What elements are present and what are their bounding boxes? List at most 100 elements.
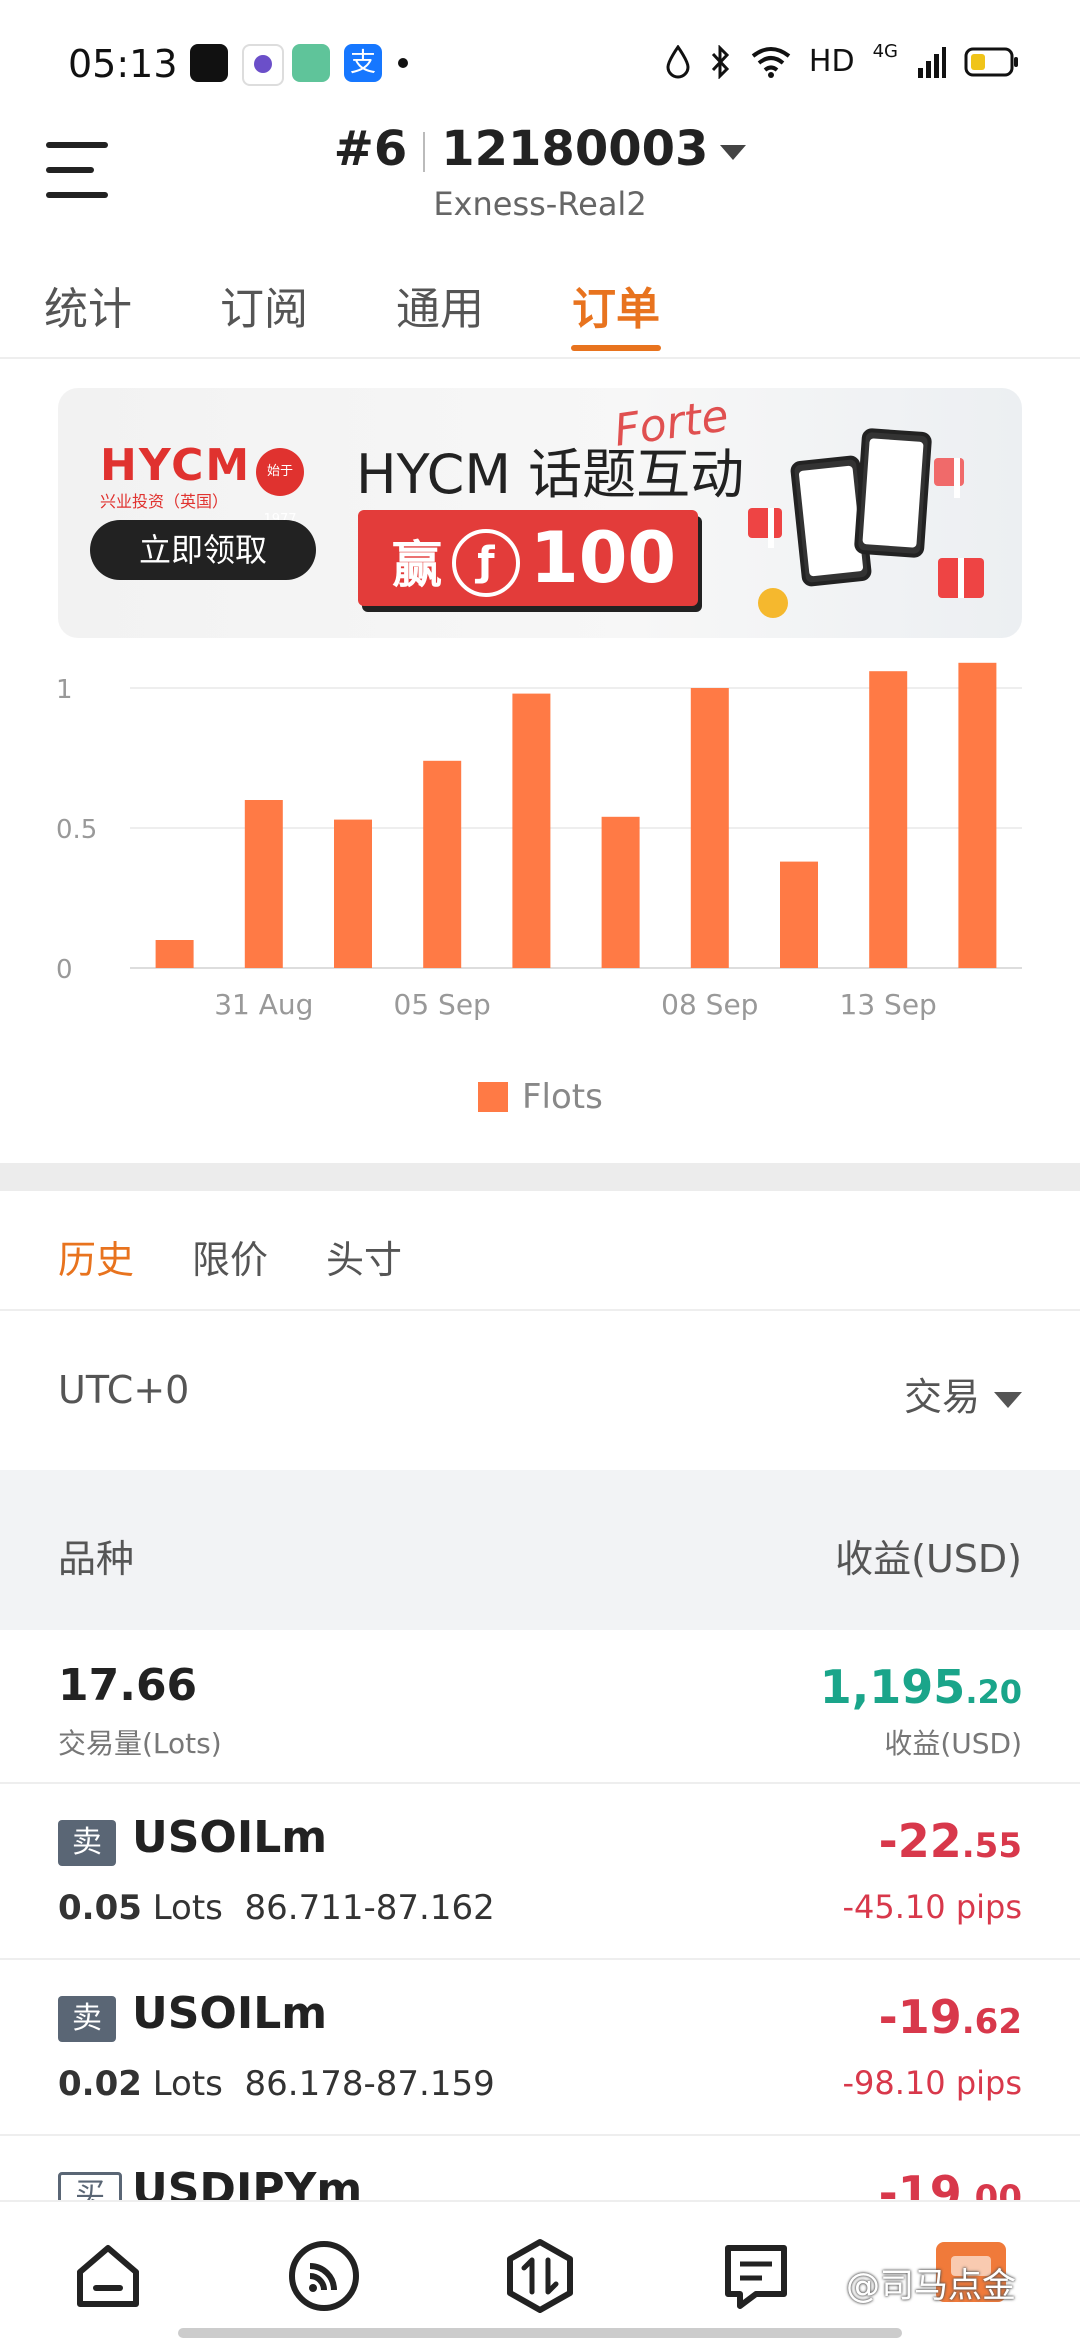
section-divider: [0, 1163, 1080, 1191]
status-bar: 05:13 支 HD 4G: [0, 0, 1080, 130]
x-tick-label: 13 Sep: [840, 988, 937, 1021]
subtab-positions[interactable]: 头寸: [326, 1229, 402, 1284]
total-profit: 1,195.20: [820, 1660, 1022, 1714]
order-pnl: -19.00: [879, 2166, 1022, 2200]
order-symbol: USOILm: [132, 1812, 328, 1863]
signal-type: 4G: [872, 41, 898, 62]
total-profit-dec: .20: [965, 1673, 1022, 1711]
total-volume: 17.66: [58, 1660, 198, 1711]
chart-bar: [423, 760, 462, 968]
subtab-limit[interactable]: 限价: [192, 1229, 268, 1284]
active-tab-indicator: [571, 345, 661, 351]
tab-subscribe[interactable]: 订阅: [220, 273, 308, 337]
chart-bar: [601, 816, 640, 968]
status-time: 05:13: [68, 42, 178, 86]
order-pips: -98.10 pips: [842, 2064, 1022, 2102]
watermark: @司马点金: [846, 2266, 1016, 2306]
chart-bar: [512, 693, 551, 968]
battery-icon: [964, 47, 1018, 76]
y-tick-label: 0.5: [56, 815, 97, 845]
dropdown-caret-icon: [720, 144, 747, 160]
order-detail: 0.05 Lots 86.711-87.162: [58, 1888, 495, 1928]
tiktok-icon: [190, 44, 228, 82]
nav-messages[interactable]: [716, 2236, 796, 2316]
chart-bar: [690, 688, 729, 968]
filter-row: UTC+0 交易: [0, 1310, 1080, 1470]
promo-banner[interactable]: HYCM 兴业投资（英国） 始于1977 立即领取 HYCM 话题互动 Fort…: [58, 388, 1022, 638]
feed-icon: [289, 2241, 359, 2311]
order-pnl-int: -19: [878, 1990, 962, 2044]
prize-amount: 100: [530, 517, 677, 599]
total-volume-label: 交易量(Lots): [58, 1727, 222, 1760]
account-selector[interactable]: #6 12180003: [0, 121, 1080, 177]
order-pips: -45.10 pips: [842, 1888, 1022, 1926]
order-row[interactable]: 买 USDJPYm -19.00: [0, 2136, 1080, 2200]
network-type: HD: [808, 44, 855, 79]
legend-swatch: [478, 1082, 508, 1112]
legend-label: Flots: [522, 1077, 603, 1117]
x-tick-label: 31 Aug: [214, 988, 313, 1021]
side-badge: 卖: [58, 1820, 116, 1866]
signal-icon: [918, 46, 946, 78]
chart-bar: [869, 671, 908, 968]
order-detail: 0.02 Lots 86.178-87.159: [58, 2064, 495, 2104]
side-badge: 卖: [58, 1996, 116, 2042]
order-lots-unit: Lots: [152, 2064, 223, 2104]
order-pnl: -19.62: [879, 1990, 1022, 2044]
nav-trade[interactable]: [500, 2236, 580, 2316]
chart-bar: [780, 861, 818, 968]
gift-icon: [938, 558, 984, 598]
column-header-profit: 收益(USD): [835, 1537, 1022, 1581]
side-badge: 买: [58, 2172, 122, 2200]
water-drop-icon: [666, 44, 690, 78]
coin-decoration-icon: [758, 588, 788, 618]
type-filter-label: 交易: [903, 1375, 980, 1419]
chart-bar: [244, 800, 283, 968]
tab-statistics[interactable]: 统计: [44, 273, 132, 337]
account-index: #6: [333, 121, 408, 177]
alipay-icon: 支: [344, 44, 382, 82]
since-seal: 始于1977: [256, 448, 304, 527]
order-price-range: 86.711-87.162: [244, 1888, 495, 1928]
order-pnl-dec: .00: [961, 2178, 1022, 2200]
banner-prize: 赢 ƒ 100: [358, 510, 698, 606]
summary-row: 17.66 交易量(Lots) 1,195.20 收益(USD): [0, 1630, 1080, 1784]
x-tick-label: 05 Sep: [394, 988, 491, 1021]
type-filter-dropdown[interactable]: 交易: [904, 1366, 1022, 1421]
hycm-logo-subtitle: 兴业投资（英国）: [100, 492, 229, 511]
timezone-label[interactable]: UTC+0: [58, 1368, 189, 1412]
order-lots: 0.05: [58, 1888, 142, 1928]
lots-bar-chart: 1 0.5 0 31 Aug 05 Sep 08 Sep 13 Sep Flots: [0, 660, 1080, 1160]
main-tabs: 统计 订阅 通用 订单: [0, 265, 1080, 359]
tab-general[interactable]: 通用: [396, 273, 484, 337]
order-pnl-int: -19: [878, 2166, 962, 2200]
order-pnl-int: -22: [878, 1814, 962, 1868]
order-row[interactable]: 卖 USOILm 0.05 Lots 86.711-87.162 -22.55 …: [0, 1784, 1080, 1960]
tab-orders[interactable]: 订单: [572, 273, 660, 337]
chart-bar: [334, 819, 372, 968]
order-lots-unit: Lots: [152, 1888, 223, 1928]
order-pnl-dec: .62: [961, 2002, 1022, 2042]
table-header: 品种 收益(USD): [0, 1470, 1080, 1630]
home-icon: [77, 2245, 139, 2307]
order-row[interactable]: 卖 USOILm 0.02 Lots 86.178-87.159 -19.62 …: [0, 1960, 1080, 2136]
wifi-icon: [751, 46, 791, 78]
subtab-history[interactable]: 历史: [58, 1229, 134, 1284]
trade-icon: [507, 2239, 573, 2313]
order-pnl-dec: .55: [961, 1826, 1022, 1866]
more-notifications-icon: [398, 58, 408, 68]
prize-prefix: 赢: [392, 536, 442, 594]
order-pnl: -22.55: [879, 1814, 1022, 1868]
y-tick-label: 0: [56, 955, 73, 985]
order-price-range: 86.178-87.159: [244, 2064, 495, 2104]
app-notification-icon: [242, 44, 284, 86]
account-separator: [423, 132, 426, 172]
gift-icon: [934, 458, 964, 498]
claim-now-button[interactable]: 立即领取: [90, 520, 316, 580]
order-symbol: USOILm: [132, 1988, 328, 2039]
chart-bar: [958, 662, 997, 968]
account-number: 12180003: [441, 121, 709, 177]
nav-home[interactable]: [68, 2236, 148, 2316]
gift-icon: [748, 508, 782, 548]
nav-feed[interactable]: [284, 2236, 364, 2316]
